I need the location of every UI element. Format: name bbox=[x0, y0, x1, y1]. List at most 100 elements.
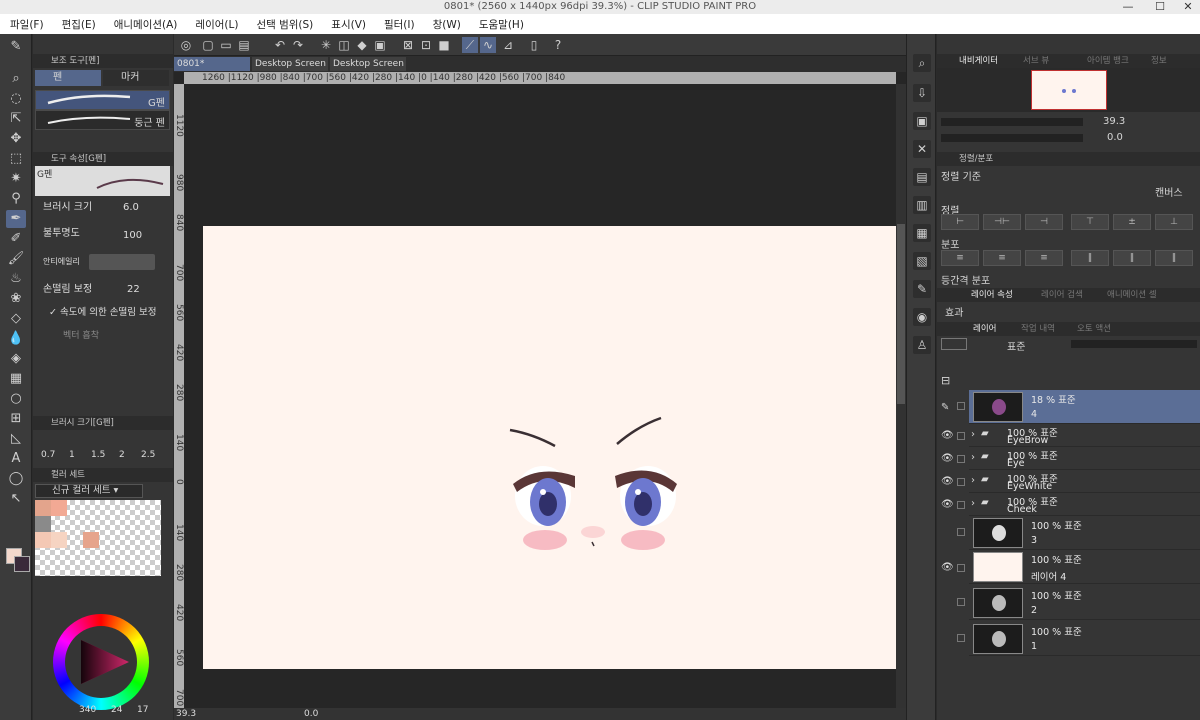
decoration-icon[interactable]: ❀ bbox=[6, 290, 26, 308]
tab-item-bank[interactable]: 아이템 뱅크 bbox=[1087, 54, 1129, 68]
layer-folder-row[interactable]: › ▰ 100 % 표준 EyeWhite bbox=[969, 470, 1200, 493]
brush-size-value[interactable]: 6.0 bbox=[123, 202, 139, 213]
align-left-button[interactable]: ⊢ bbox=[941, 214, 979, 230]
layer-folder-row[interactable]: › ▰ 100 % 표준 Cheek bbox=[969, 493, 1200, 516]
color-set-dropdown[interactable]: 신규 컬러 세트 ▾ bbox=[35, 484, 143, 498]
close-button[interactable]: ✕ bbox=[1178, 0, 1198, 14]
balloon-icon[interactable]: ◯ bbox=[6, 470, 26, 488]
snap-curve-icon[interactable]: ∿ bbox=[480, 37, 496, 53]
blend-mode-dropdown[interactable]: 표준 bbox=[1007, 338, 1025, 353]
visibility-eye-icon[interactable]: 👁 bbox=[941, 499, 954, 510]
color-swatch[interactable] bbox=[51, 532, 67, 548]
expand-icon[interactable]: › bbox=[971, 475, 975, 486]
color-swatch[interactable] bbox=[35, 532, 51, 548]
color-swatch[interactable] bbox=[35, 500, 51, 516]
menu-layer[interactable]: 레이어(L) bbox=[195, 17, 238, 32]
visibility-eye-icon[interactable]: 👁 bbox=[941, 453, 954, 464]
expand-icon[interactable]: › bbox=[971, 429, 975, 440]
tab-pen[interactable]: 펜 bbox=[35, 70, 101, 86]
tab-desktop-screen-2[interactable]: Desktop Screen ✕ bbox=[330, 57, 406, 83]
layer-lock-checkbox[interactable] bbox=[957, 455, 965, 463]
move-tool-icon[interactable]: ✥ bbox=[6, 130, 26, 148]
navigator-preview[interactable] bbox=[937, 68, 1200, 112]
layer-lock-checkbox[interactable] bbox=[957, 402, 965, 410]
operation-tool-icon[interactable]: ⇱ bbox=[6, 110, 26, 128]
pen-icon[interactable]: ✒ bbox=[6, 210, 26, 228]
snap-grid-icon[interactable]: ⊿ bbox=[500, 37, 516, 53]
tab-layer[interactable]: 레이어 bbox=[973, 322, 996, 336]
edit-icon[interactable]: ✎ bbox=[913, 280, 931, 298]
camera-icon[interactable]: ◉ bbox=[913, 308, 931, 326]
layer-row[interactable]: 100 % 표준 1 bbox=[969, 622, 1200, 656]
selection-icon[interactable]: ■ bbox=[436, 37, 452, 53]
color-triangle[interactable] bbox=[77, 636, 133, 688]
dist-bottom-button[interactable]: ≡ bbox=[1025, 250, 1063, 266]
tab-marker[interactable]: 마커 bbox=[103, 70, 169, 86]
maximize-button[interactable]: ☐ bbox=[1150, 0, 1170, 14]
sub-color-swatch[interactable] bbox=[14, 556, 30, 572]
layer-folder-row[interactable]: › ▰ 100 % 표준 Eye bbox=[969, 447, 1200, 470]
tab-navigator[interactable]: 내비게이터 bbox=[959, 54, 998, 68]
expand-icon[interactable]: › bbox=[971, 498, 975, 509]
figure-icon[interactable]: ○ bbox=[6, 390, 26, 408]
material3-icon[interactable]: ▦ bbox=[913, 224, 931, 242]
dist-left-button[interactable]: ‖ bbox=[1071, 250, 1109, 266]
pen-tool-icon[interactable]: ✎ bbox=[6, 38, 26, 56]
speed-stab-checkbox[interactable]: ✓ 속도에 의한 손떨림 보정 bbox=[49, 304, 156, 318]
expand-icon[interactable]: › bbox=[971, 452, 975, 463]
pencil-icon[interactable]: ✐ bbox=[6, 230, 26, 248]
eyedropper-icon[interactable]: ⚲ bbox=[6, 190, 26, 208]
visibility-eye-icon[interactable]: 👁 bbox=[941, 430, 954, 441]
menu-filter[interactable]: 필터(I) bbox=[384, 17, 415, 32]
invert-icon[interactable]: ⊡ bbox=[418, 37, 434, 53]
color-swatch[interactable] bbox=[51, 500, 67, 516]
menu-view[interactable]: 표시(V) bbox=[331, 17, 366, 32]
color-swatch[interactable] bbox=[35, 516, 51, 532]
object-tool-icon[interactable]: ◌ bbox=[6, 90, 26, 108]
close-doc-icon[interactable]: ✕ bbox=[913, 140, 931, 158]
layer-row[interactable]: 18 % 표준 4 bbox=[969, 390, 1200, 424]
selection-tool-icon[interactable]: ⬚ bbox=[6, 150, 26, 168]
tab-layer-property[interactable]: 레이어 속성 bbox=[971, 288, 1013, 302]
menu-edit[interactable]: 편집(E) bbox=[62, 17, 96, 32]
gradient-icon[interactable]: ▦ bbox=[6, 370, 26, 388]
layer-lock-checkbox[interactable] bbox=[957, 598, 965, 606]
cut-icon[interactable]: ◫ bbox=[336, 37, 352, 53]
material-icon[interactable]: ▤ bbox=[913, 168, 931, 186]
layer-lock-checkbox[interactable] bbox=[957, 478, 965, 486]
fill-tool-icon[interactable]: ◈ bbox=[6, 350, 26, 368]
dist-center-button[interactable]: ‖ bbox=[1113, 250, 1151, 266]
layer-lock-checkbox[interactable] bbox=[957, 564, 965, 572]
layer-row[interactable]: 100 % 표준 레이어 4 bbox=[969, 550, 1200, 584]
menu-selection[interactable]: 선택 범위(S) bbox=[256, 17, 313, 32]
undo-icon[interactable]: ↶ bbox=[272, 37, 288, 53]
tab-auto-action[interactable]: 오토 액션 bbox=[1077, 322, 1111, 336]
image-icon[interactable]: ▣ bbox=[913, 112, 931, 130]
tab-desktop-screen-1[interactable]: Desktop Screen ✕ bbox=[252, 57, 328, 83]
align-right-button[interactable]: ⊣ bbox=[1025, 214, 1063, 230]
tab-layer-search[interactable]: 레이어 검색 bbox=[1041, 288, 1083, 302]
clear-icon[interactable]: ✳ bbox=[318, 37, 334, 53]
snap-ruler-icon[interactable]: ⟋ bbox=[462, 37, 478, 53]
visibility-eye-icon[interactable]: 👁 bbox=[941, 562, 954, 573]
vertical-scrollbar[interactable] bbox=[896, 84, 906, 710]
align-center-button[interactable]: ⊣⊢ bbox=[983, 214, 1021, 230]
canvas-paper[interactable] bbox=[203, 226, 896, 669]
help-icon[interactable]: ? bbox=[550, 37, 566, 53]
menu-window[interactable]: 창(W) bbox=[433, 17, 461, 32]
layer-lock-checkbox[interactable] bbox=[957, 634, 965, 642]
tab-subview[interactable]: 서브 뷰 bbox=[1023, 54, 1049, 68]
opacity-value[interactable]: 100 bbox=[123, 230, 142, 241]
layer-row[interactable]: 100 % 표준 3 bbox=[969, 516, 1200, 550]
layer-list-icon[interactable]: ⊟ bbox=[941, 374, 950, 387]
size-preset[interactable]: 1 bbox=[69, 450, 75, 460]
size-preset[interactable]: 1.5 bbox=[91, 450, 105, 460]
minimize-button[interactable]: — bbox=[1118, 0, 1138, 14]
tab-history[interactable]: 작업 내역 bbox=[1021, 322, 1055, 336]
ruler-icon[interactable]: ◺ bbox=[6, 430, 26, 448]
layer-lock-checkbox[interactable] bbox=[957, 432, 965, 440]
antialias-selector[interactable] bbox=[89, 254, 155, 270]
save-icon[interactable]: ▤ bbox=[236, 37, 252, 53]
align-bottom-button[interactable]: ⊥ bbox=[1155, 214, 1193, 230]
color-set-grid[interactable] bbox=[35, 500, 161, 576]
